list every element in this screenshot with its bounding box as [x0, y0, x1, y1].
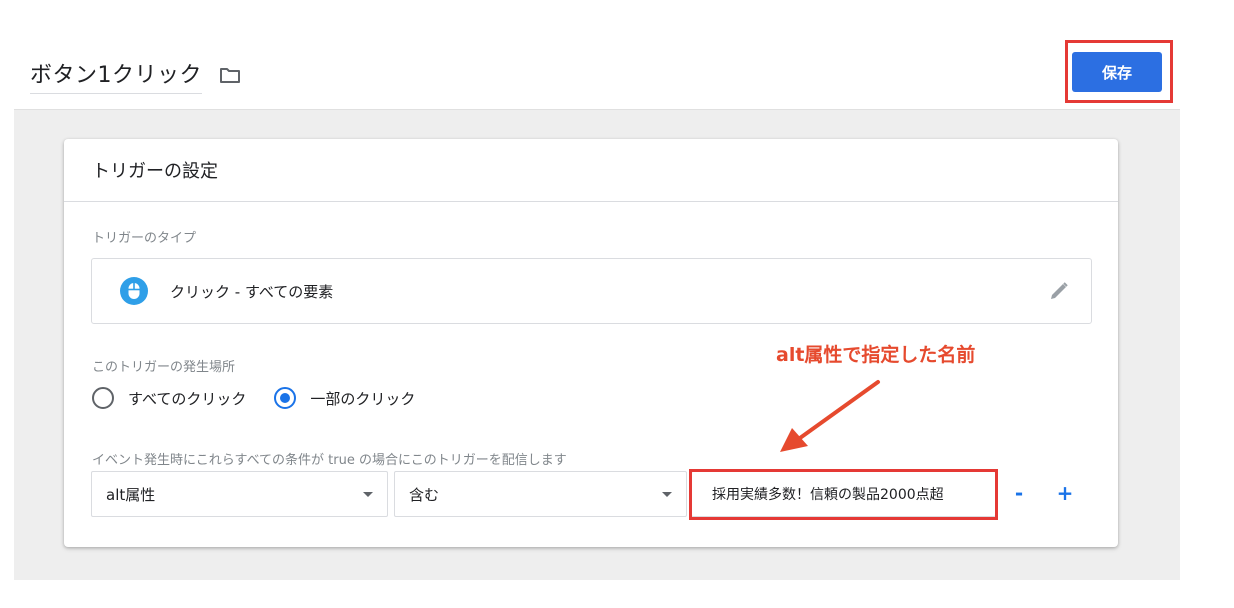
variable-select-value: alt属性: [106, 485, 156, 504]
top-bar: ボタン1クリック: [0, 0, 1234, 110]
save-button[interactable]: 保存: [1072, 52, 1162, 92]
radio-all-clicks[interactable]: [92, 387, 114, 409]
annotation-arrow-icon: [780, 380, 880, 452]
fire-on-label: このトリガーの発生場所: [92, 360, 236, 375]
annotation-text: alt属性で指定した名前: [776, 344, 976, 366]
operator-select-value: 含む: [409, 485, 440, 504]
dropdown-arrow-icon: [662, 492, 672, 497]
trigger-type-label: トリガーのタイプ: [92, 231, 197, 246]
remove-condition-button[interactable]: -: [1006, 480, 1032, 506]
variable-select[interactable]: alt属性: [91, 471, 388, 517]
trigger-name-input[interactable]: ボタン1クリック: [30, 57, 202, 94]
value-highlight-box: [689, 469, 998, 520]
condition-label: イベント発生時にこれらすべての条件が true の場合にこのトリガーを配信します: [92, 453, 567, 468]
pencil-icon[interactable]: [1047, 279, 1071, 303]
trigger-type-box[interactable]: クリック - すべての要素: [91, 258, 1092, 324]
folder-icon[interactable]: [218, 63, 242, 87]
title-area: ボタン1クリック: [30, 56, 242, 94]
mouse-icon: [120, 277, 148, 305]
fire-on-radio-group: すべてのクリック 一部のクリック: [92, 387, 415, 409]
add-condition-button[interactable]: +: [1052, 480, 1078, 506]
card-title: トリガーの設定: [64, 139, 1118, 202]
radio-all-clicks-label[interactable]: すべてのクリック: [128, 388, 246, 409]
dropdown-arrow-icon: [363, 492, 373, 497]
operator-select[interactable]: 含む: [394, 471, 687, 517]
radio-some-clicks-label[interactable]: 一部のクリック: [310, 388, 415, 409]
trigger-type-value: クリック - すべての要素: [170, 282, 334, 301]
radio-some-clicks[interactable]: [274, 387, 297, 409]
